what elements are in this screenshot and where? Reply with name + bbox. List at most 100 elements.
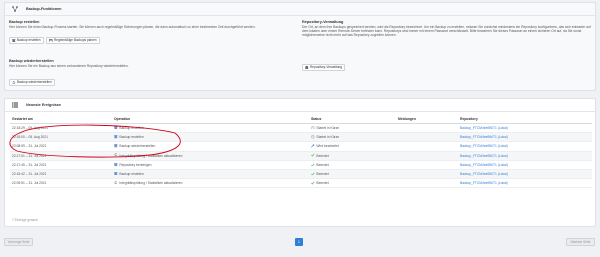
list-icon bbox=[12, 102, 18, 108]
repo-management-button[interactable]: Repository-Verwaltung bbox=[302, 64, 346, 71]
repo-section-desc: Der Ort, an dem Ihre Backups gespeichert… bbox=[302, 25, 591, 38]
table-row[interactable]: 22:08:59 – 31. Jul 2021 Backup wiederher… bbox=[10, 141, 592, 152]
table-row[interactable]: 22:17:01 – 31. Jul 2021 Integritätsprüfu… bbox=[10, 151, 592, 161]
backup-functions-panel: Backup-Funktionen Backup erstellen Hier … bbox=[4, 2, 596, 91]
status-cell: Beendet bbox=[309, 160, 396, 170]
events-table-header: Gestartet am Operation Status Meldungen … bbox=[10, 115, 592, 124]
started-cell: 22:18:00 – 05. Aug 2021 bbox=[10, 132, 112, 143]
status-cell: Startet in Kürze bbox=[309, 123, 396, 134]
repository-cell[interactable]: Backup_FTCM4eeBN/T1 (Lokal) bbox=[458, 141, 592, 152]
started-cell: 22:17:01 – 31. Jul 2021 bbox=[10, 151, 112, 161]
repository-cell[interactable]: Backup_FTCM4eeBN/T1 (Lokal) bbox=[458, 151, 592, 161]
status-label: Beendet bbox=[316, 162, 329, 167]
repository-link[interactable]: Backup_FTCM4eeBN/T1 (Lokal) bbox=[460, 126, 508, 130]
started-cell: 22:18:29 – 05. Aug 2021 bbox=[10, 123, 112, 134]
operation-label: Integritätsprüfung / Statistiken aktuali… bbox=[119, 153, 183, 158]
table-row[interactable]: 22:15:42 – 31. Jul 2021 Backup erstellen… bbox=[10, 169, 592, 180]
repository-cell[interactable]: Backup_FTCM4eeBN/T1 (Lokal) bbox=[458, 123, 592, 134]
repository-link[interactable]: Backup_FTCM4eeBN/T1 (Lokal) bbox=[460, 163, 508, 167]
create-backup-button[interactable]: Backup erstellen bbox=[9, 37, 44, 44]
backup-functions-title: Backup-Funktionen bbox=[26, 7, 62, 11]
message-cell bbox=[396, 169, 458, 180]
message-cell bbox=[396, 151, 458, 161]
check-icon bbox=[311, 153, 315, 158]
network-icon bbox=[12, 6, 18, 12]
status-label: Beendet bbox=[316, 153, 329, 158]
operation-cell: Backup erstellen bbox=[112, 169, 309, 180]
restore-backup-label: Backup wiederherstellen bbox=[17, 80, 52, 85]
status-cell: Beendet bbox=[309, 169, 396, 180]
schedule-backups-button[interactable]: Regelmäßige Backups planen bbox=[46, 37, 100, 44]
entry-count: 7 Einträge gesamt bbox=[12, 218, 38, 222]
backup-functions-header: Backup-Funktionen bbox=[5, 3, 595, 16]
status-cell: Wird bearbeitet bbox=[309, 141, 396, 152]
table-row[interactable]: 22:18:29 – 05. Aug 2021 Backup erstellen… bbox=[10, 123, 592, 134]
column-header[interactable]: Gestartet am bbox=[10, 115, 112, 124]
check-icon bbox=[311, 172, 315, 177]
archive-icon bbox=[114, 135, 118, 140]
table-row[interactable]: 22:09:51 – 31. Jul 2021 Integritätsprüfu… bbox=[10, 178, 592, 189]
repository-cell[interactable]: Backup_FTCM4eeBN/T1 (Lokal) bbox=[458, 169, 592, 180]
repository-link[interactable]: Backup_FTCM4eeBN/T1 (Lokal) bbox=[460, 135, 508, 139]
events-table: Gestartet am Operation Status Meldungen … bbox=[10, 115, 592, 189]
recent-events-header: Neueste Ereignisse bbox=[5, 99, 595, 112]
restore-icon bbox=[12, 80, 16, 85]
recent-events-panel: Neueste Ereignisse Gestartet am Operatio… bbox=[4, 98, 596, 227]
column-header[interactable]: Meldungen bbox=[396, 115, 458, 124]
operation-cell: Repository bereinigen bbox=[112, 160, 309, 170]
operation-label: Backup wiederherstellen bbox=[119, 144, 156, 149]
page-number-button[interactable]: 1 bbox=[295, 238, 303, 246]
schedule-backups-label: Regelmäßige Backups planen bbox=[54, 38, 97, 43]
restore-section-desc: Hier können Sie ein Backup aus einem vor… bbox=[9, 64, 129, 68]
database-icon bbox=[305, 65, 309, 70]
repository-link[interactable]: Backup_FTCM4eeBN/T1 (Lokal) bbox=[460, 154, 508, 158]
calendar-icon bbox=[49, 38, 53, 42]
archive-icon bbox=[12, 38, 16, 43]
archive-icon bbox=[114, 144, 118, 149]
operation-cell: Backup wiederherstellen bbox=[112, 141, 309, 152]
create-section-desc: Hier können Sie einen Backup-Prozess sta… bbox=[9, 25, 256, 29]
operation-cell: Integritätsprüfung / Statistiken aktuali… bbox=[112, 178, 309, 189]
status-label: Startet in Kürze bbox=[316, 135, 340, 140]
status-label: Beendet bbox=[316, 181, 329, 186]
operation-cell: Backup erstellen bbox=[112, 132, 309, 143]
status-cell: Beendet bbox=[309, 178, 396, 189]
operation-label: Backup erstellen bbox=[119, 135, 144, 140]
repo-management-label: Repository-Verwaltung bbox=[310, 65, 343, 70]
repository-cell[interactable]: Backup_FTCM4eeBN/T1 (Lokal) bbox=[458, 178, 592, 189]
repository-link[interactable]: Backup_FTCM4eeBN/T1 (Lokal) bbox=[460, 172, 508, 176]
operation-cell: Backup erstellen bbox=[112, 123, 309, 134]
create-backup-label: Backup erstellen bbox=[17, 38, 41, 43]
check-icon bbox=[311, 181, 315, 186]
status-cell: Startet in Kürze bbox=[309, 132, 396, 143]
repository-cell[interactable]: Backup_FTCM4eeBN/T1 (Lokal) bbox=[458, 160, 592, 170]
column-header[interactable]: Operation bbox=[112, 115, 309, 124]
operation-label: Backup erstellen bbox=[119, 126, 144, 131]
operation-cell: Integritätsprüfung / Statistiken aktuali… bbox=[112, 151, 309, 161]
table-row[interactable]: 22:18:00 – 05. Aug 2021 Backup erstellen… bbox=[10, 132, 592, 143]
prev-page-button[interactable]: Vorherige Seite bbox=[4, 238, 33, 246]
repository-link[interactable]: Backup_FTCM4eeBN/T1 (Lokal) bbox=[460, 144, 508, 148]
status-cell: Beendet bbox=[309, 151, 396, 161]
column-header[interactable]: Repository bbox=[458, 115, 592, 124]
status-label: Beendet bbox=[316, 172, 329, 177]
next-page-button[interactable]: Nächste Seite bbox=[566, 238, 595, 246]
restore-section: Backup wiederherstellen Hier können Sie … bbox=[9, 59, 299, 68]
table-row[interactable]: 22:17:45 – 31. Jul 2021 Repository berei… bbox=[10, 160, 592, 170]
repository-cell[interactable]: Backup_FTCM4eeBN/T1 (Lokal) bbox=[458, 132, 592, 143]
status-label: Startet in Kürze bbox=[316, 126, 340, 131]
repo-section: Repository-Verwaltung Der Ort, an dem Ih… bbox=[302, 20, 592, 38]
refresh-icon bbox=[114, 180, 118, 186]
repository-link[interactable]: Backup_FTCM4eeBN/T1 (Lokal) bbox=[460, 181, 508, 185]
status-label: Wird bearbeitet bbox=[316, 144, 339, 149]
refresh-icon bbox=[114, 153, 118, 158]
restore-backup-button[interactable]: Backup wiederherstellen bbox=[9, 79, 55, 86]
column-header[interactable]: Status bbox=[309, 115, 396, 124]
archive-icon bbox=[114, 172, 118, 177]
clock-icon bbox=[311, 125, 315, 131]
started-cell: 22:17:45 – 31. Jul 2021 bbox=[10, 160, 112, 170]
message-cell bbox=[396, 123, 458, 134]
clock-icon bbox=[311, 135, 315, 140]
archive-icon bbox=[114, 162, 118, 168]
message-cell bbox=[396, 132, 458, 143]
